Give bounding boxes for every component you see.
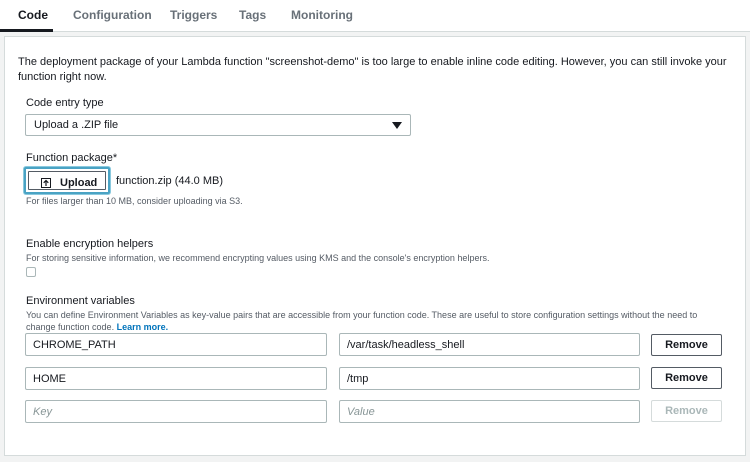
code-entry-type-label: Code entry type <box>26 97 104 109</box>
tab-triggers[interactable]: Triggers <box>170 8 217 22</box>
env-key-field[interactable]: CHROME_PATH <box>25 333 327 356</box>
remove-button-label: Remove <box>665 339 708 351</box>
environment-variables-hint: You can define Environment Variables as … <box>26 309 726 333</box>
env-new-key-field[interactable]: Key <box>25 400 327 423</box>
active-tab-indicator <box>0 29 53 32</box>
env-value-placeholder: Value <box>347 406 375 418</box>
tab-configuration[interactable]: Configuration <box>73 8 152 22</box>
function-package-label: Function package* <box>26 152 118 164</box>
uploaded-file-name: function.zip (44.0 MB) <box>116 175 223 187</box>
caret-down-icon <box>392 122 402 129</box>
env-key-field[interactable]: HOME <box>25 367 327 390</box>
remove-button-label: Remove <box>665 372 708 384</box>
env-key-value: CHROME_PATH <box>33 339 116 351</box>
env-key-placeholder: Key <box>33 406 52 418</box>
encryption-helpers-label: Enable encryption helpers <box>26 238 154 250</box>
upload-button[interactable]: Upload <box>24 167 110 194</box>
remove-env-button[interactable]: Remove <box>651 334 722 356</box>
remove-new-env-button[interactable]: Remove <box>651 400 722 422</box>
function-package-hint: For files larger than 10 MB, consider up… <box>26 196 243 206</box>
env-value-field[interactable]: /tmp <box>339 367 640 390</box>
encryption-helpers-checkbox[interactable] <box>26 267 36 277</box>
remove-button-label: Remove <box>665 405 708 417</box>
tab-code[interactable]: Code <box>18 8 48 22</box>
env-value-value: /var/task/headless_shell <box>347 339 465 351</box>
tab-tags[interactable]: Tags <box>239 8 266 22</box>
encryption-helpers-hint: For storing sensitive information, we re… <box>26 253 490 263</box>
remove-env-button[interactable]: Remove <box>651 367 722 389</box>
package-size-notice: The deployment package of your Lambda fu… <box>18 56 727 83</box>
tab-bar: Code Configuration Triggers Tags Monitor… <box>0 0 750 32</box>
code-entry-type-value: Upload a .ZIP file <box>34 119 119 131</box>
learn-more-link[interactable]: Learn more. <box>117 322 169 332</box>
env-key-value: HOME <box>33 373 66 385</box>
code-entry-type-select[interactable]: Upload a .ZIP file <box>25 114 411 136</box>
upload-icon <box>41 178 51 188</box>
tab-monitoring[interactable]: Monitoring <box>291 8 353 22</box>
environment-variables-label: Environment variables <box>26 295 135 307</box>
env-value-value: /tmp <box>347 373 369 385</box>
upload-button-frame: Upload <box>28 171 106 190</box>
env-new-value-field[interactable]: Value <box>339 400 640 423</box>
env-value-field[interactable]: /var/task/headless_shell <box>339 333 640 356</box>
upload-button-label: Upload <box>60 177 98 189</box>
